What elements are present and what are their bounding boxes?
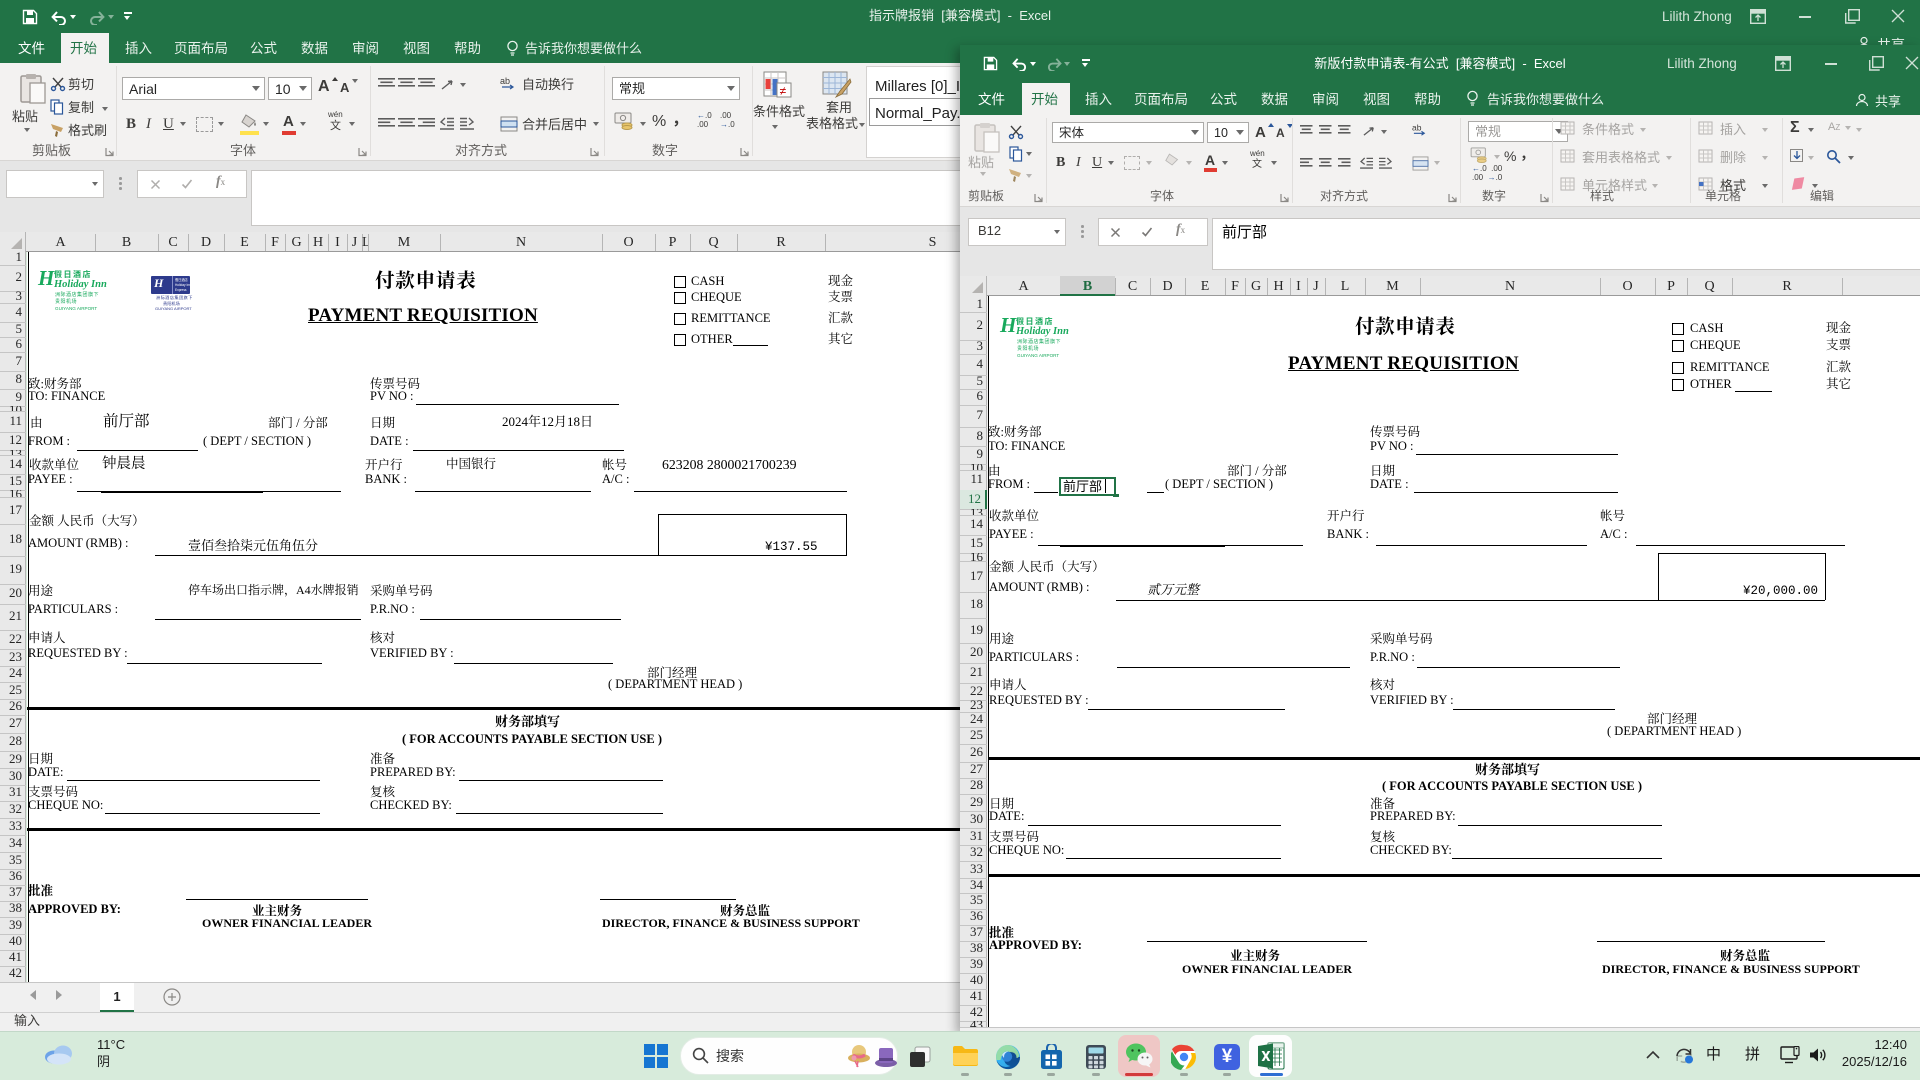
svg-text:ab: ab: [1412, 122, 1422, 132]
svg-text:≠: ≠: [780, 84, 787, 98]
svg-text:ab: ab: [500, 76, 510, 86]
